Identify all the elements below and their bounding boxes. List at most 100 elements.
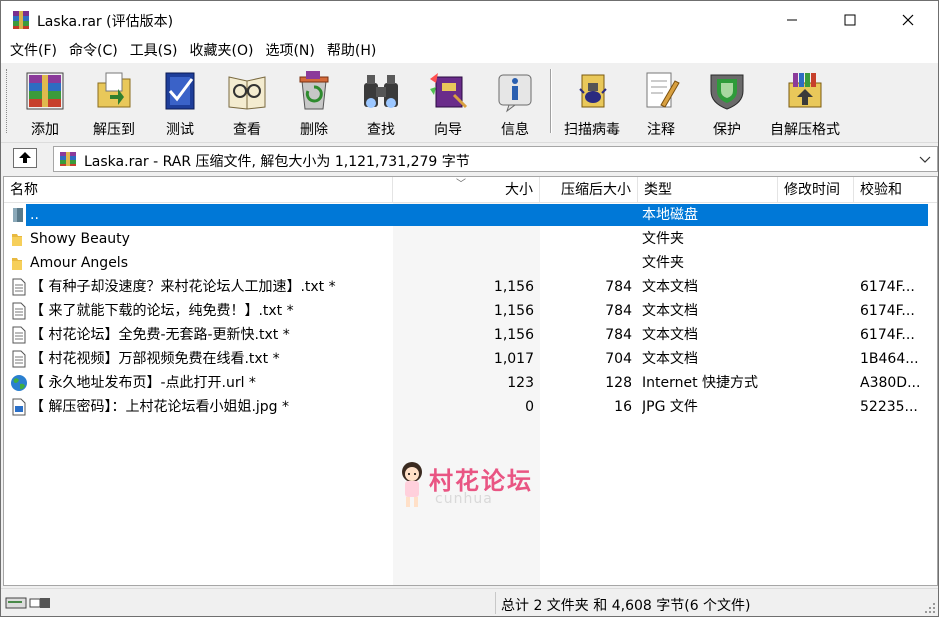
file-type: JPG 文件 — [642, 399, 698, 415]
protect-button[interactable]: 保护 — [693, 67, 761, 138]
file-packed-size: 784 — [605, 303, 632, 319]
file-crc — [860, 227, 937, 251]
file-type: 文本文档 — [642, 279, 698, 295]
file-type: 文件夹 — [642, 231, 684, 247]
file-size — [393, 203, 534, 227]
sfx-button[interactable]: 自解压格式 — [770, 67, 840, 138]
file-name: 【 有种子却没速度？来村花论坛人工加速】.txt * — [30, 279, 336, 295]
column-header-name[interactable]: 名称 — [4, 177, 393, 203]
file-row[interactable]: 【 永久地址发布页】-点此打开.url * 123 128 Internet 快… — [4, 371, 937, 395]
file-name: .. — [30, 207, 39, 223]
file-size: 0 — [525, 399, 534, 415]
minimize-button[interactable] — [769, 1, 815, 39]
wizard-icon — [430, 73, 468, 109]
column-header-modified[interactable]: 修改时间 — [778, 177, 854, 203]
file-crc: 6174F... — [860, 279, 915, 295]
file-crc — [860, 203, 937, 227]
menu-commands[interactable]: 命令(C) — [63, 40, 124, 62]
file-row[interactable]: Amour Angels 文件夹 — [4, 251, 937, 275]
file-packed-size — [540, 203, 632, 227]
sort-descending-icon: ﹀ — [456, 179, 466, 190]
file-size: 1,156 — [493, 303, 534, 319]
menu-options[interactable]: 选项(N) — [259, 40, 320, 62]
file-packed-size: 784 — [605, 279, 632, 295]
app-window: Laska.rar (评估版本) 文件(F) 命令(C) 工具(S) 收藏夹(O… — [0, 0, 939, 617]
drive-status-icon[interactable] — [5, 595, 53, 611]
view-icon — [228, 76, 266, 110]
winrar-app-icon — [13, 11, 29, 29]
file-name: 【 来了就能下载的论坛，纯免费！】.txt * — [30, 303, 294, 319]
minimize-icon — [787, 19, 797, 21]
add-button[interactable]: 添加 — [11, 67, 79, 138]
file-row-parent[interactable]: .. 本地磁盘 — [4, 203, 937, 227]
protect-label: 保护 — [713, 122, 741, 138]
resize-grip-icon[interactable] — [924, 602, 936, 614]
chevron-down-icon[interactable] — [917, 151, 933, 167]
text-file-icon — [12, 278, 26, 296]
archive-info-text: Laska.rar - RAR 压缩文件, 解包大小为 1,121,731,27… — [84, 154, 470, 170]
delete-icon — [299, 71, 329, 110]
file-row[interactable]: Showy Beauty 文件夹 — [4, 227, 937, 251]
file-row[interactable]: 【 村花论坛】全免费-无套路-更新快.txt * 1,156 784 文本文档 … — [4, 323, 937, 347]
file-name: 【 村花视频】万部视频免费在线看.txt * — [30, 351, 280, 367]
title-bar[interactable]: Laska.rar (评估版本) — [1, 1, 938, 39]
file-modified — [780, 323, 854, 347]
drive-icon — [13, 208, 23, 222]
file-row[interactable]: 【 有种子却没速度？来村花论坛人工加速】.txt * 1,156 784 文本文… — [4, 275, 937, 299]
file-type: 文本文档 — [642, 351, 698, 367]
info-icon — [498, 74, 532, 113]
file-row[interactable]: 【 来了就能下载的论坛，纯免费！】.txt * 1,156 784 文本文档 6… — [4, 299, 937, 323]
column-header-type[interactable]: 类型 — [638, 177, 778, 203]
up-arrow-icon — [19, 152, 31, 163]
file-row[interactable]: 【 解压密码】：上村花论坛看小姐姐.jpg * 0 16 JPG 文件 5223… — [4, 395, 937, 419]
watermark-logo: 村花论坛 cunhua — [397, 459, 557, 515]
column-header-packed[interactable]: 压缩后大小 — [540, 177, 638, 203]
up-folder-button[interactable] — [13, 148, 37, 168]
address-bar: Laska.rar - RAR 压缩文件, 解包大小为 1,121,731,27… — [1, 142, 938, 175]
info-button[interactable]: 信息 — [481, 67, 549, 138]
globe-icon — [11, 375, 27, 391]
toolbar: 添加 解压到 测试 查看 删除 查找 向导 信息 扫描病毒 注释 保护 自解压格… — [1, 63, 938, 141]
file-packed-size — [540, 227, 632, 251]
file-type: 文本文档 — [642, 303, 698, 319]
file-type: 文本文档 — [642, 327, 698, 343]
file-name: 【 村花论坛】全免费-无套路-更新快.txt * — [30, 327, 290, 343]
file-list: 名称 大小 压缩后大小 类型 修改时间 校验和 ﹀ .. 本地磁盘 Showy … — [3, 176, 938, 586]
info-label: 信息 — [501, 122, 529, 138]
file-type: 文件夹 — [642, 255, 684, 271]
column-header: 名称 大小 压缩后大小 类型 修改时间 校验和 ﹀ — [4, 177, 937, 203]
column-header-crc[interactable]: 校验和 — [854, 177, 937, 203]
virus-scan-button[interactable]: 扫描病毒 — [558, 67, 626, 138]
file-name: 【 解压密码】：上村花论坛看小姐姐.jpg * — [30, 399, 290, 415]
sfx-icon — [788, 73, 822, 108]
file-packed-size: 784 — [605, 327, 632, 343]
menu-tools[interactable]: 工具(S) — [124, 40, 184, 62]
comment-icon — [646, 72, 680, 108]
menu-favorites[interactable]: 收藏夹(O) — [184, 40, 260, 62]
file-modified — [780, 347, 854, 371]
file-modified — [780, 299, 854, 323]
file-modified — [780, 275, 854, 299]
file-size: 123 — [507, 375, 534, 391]
column-header-size[interactable]: 大小 — [393, 177, 540, 203]
find-icon — [364, 75, 398, 108]
maximize-button[interactable] — [827, 1, 873, 39]
girl-mascot-icon — [402, 462, 422, 507]
close-button[interactable] — [885, 1, 931, 39]
file-row[interactable]: 【 村花视频】万部视频免费在线看.txt * 1,017 704 文本文档 1B… — [4, 347, 937, 371]
virus-scan-icon — [579, 74, 607, 108]
file-modified — [780, 251, 854, 275]
menu-file[interactable]: 文件(F) — [4, 40, 63, 62]
watermark-subtext: cunhua — [435, 491, 493, 507]
file-crc: 52235... — [860, 399, 918, 415]
file-crc — [860, 251, 937, 275]
menu-help[interactable]: 帮助(H) — [321, 40, 382, 62]
text-file-icon — [12, 302, 26, 320]
file-modified — [780, 371, 854, 395]
text-file-icon — [12, 326, 26, 344]
file-modified — [780, 395, 854, 419]
file-packed-size: 704 — [605, 351, 632, 367]
file-crc: A380D... — [860, 375, 921, 391]
text-file-icon — [12, 350, 26, 368]
archive-path-dropdown[interactable]: Laska.rar - RAR 压缩文件, 解包大小为 1,121,731,27… — [53, 146, 938, 172]
